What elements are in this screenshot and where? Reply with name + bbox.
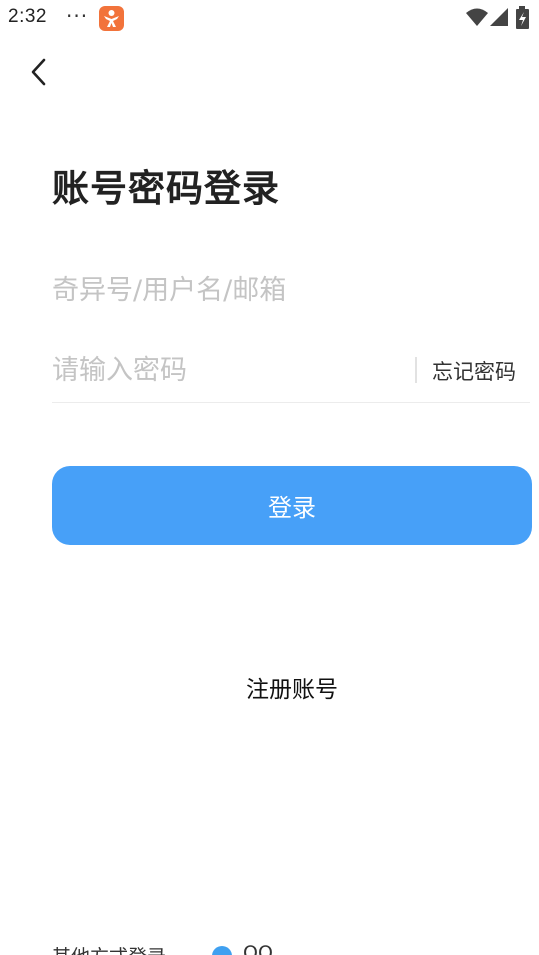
wifi-icon (466, 8, 488, 26)
forgot-password-link[interactable]: 忘记密码 (432, 356, 516, 386)
login-button[interactable]: 登录 (52, 466, 532, 545)
status-icons (459, 6, 539, 31)
field-divider (415, 357, 417, 383)
password-input[interactable] (52, 346, 402, 394)
signal-icon (490, 8, 508, 26)
page-title: 账号密码登录 (52, 167, 280, 210)
register-link[interactable]: 注册账号 (0, 670, 539, 704)
password-underline (52, 402, 530, 403)
login-screen: 2:32 ··· 账号密码登录 奇异号/用户名/邮箱 忘记密码 登录 注册账号 … (0, 0, 539, 955)
more-notifications-icon: ··· (66, 4, 89, 28)
back-button[interactable] (22, 55, 58, 91)
status-bar: 2:32 ··· (0, 0, 539, 38)
app-notification-icon (99, 6, 124, 31)
other-login-label: 其他方式登录 (52, 942, 166, 955)
account-input[interactable] (52, 266, 472, 314)
qq-icon[interactable] (212, 946, 232, 955)
battery-icon (516, 6, 529, 29)
status-time: 2:32 (8, 6, 47, 27)
qq-login-label[interactable]: QQ (243, 942, 273, 955)
chevron-left-icon (31, 58, 46, 86)
